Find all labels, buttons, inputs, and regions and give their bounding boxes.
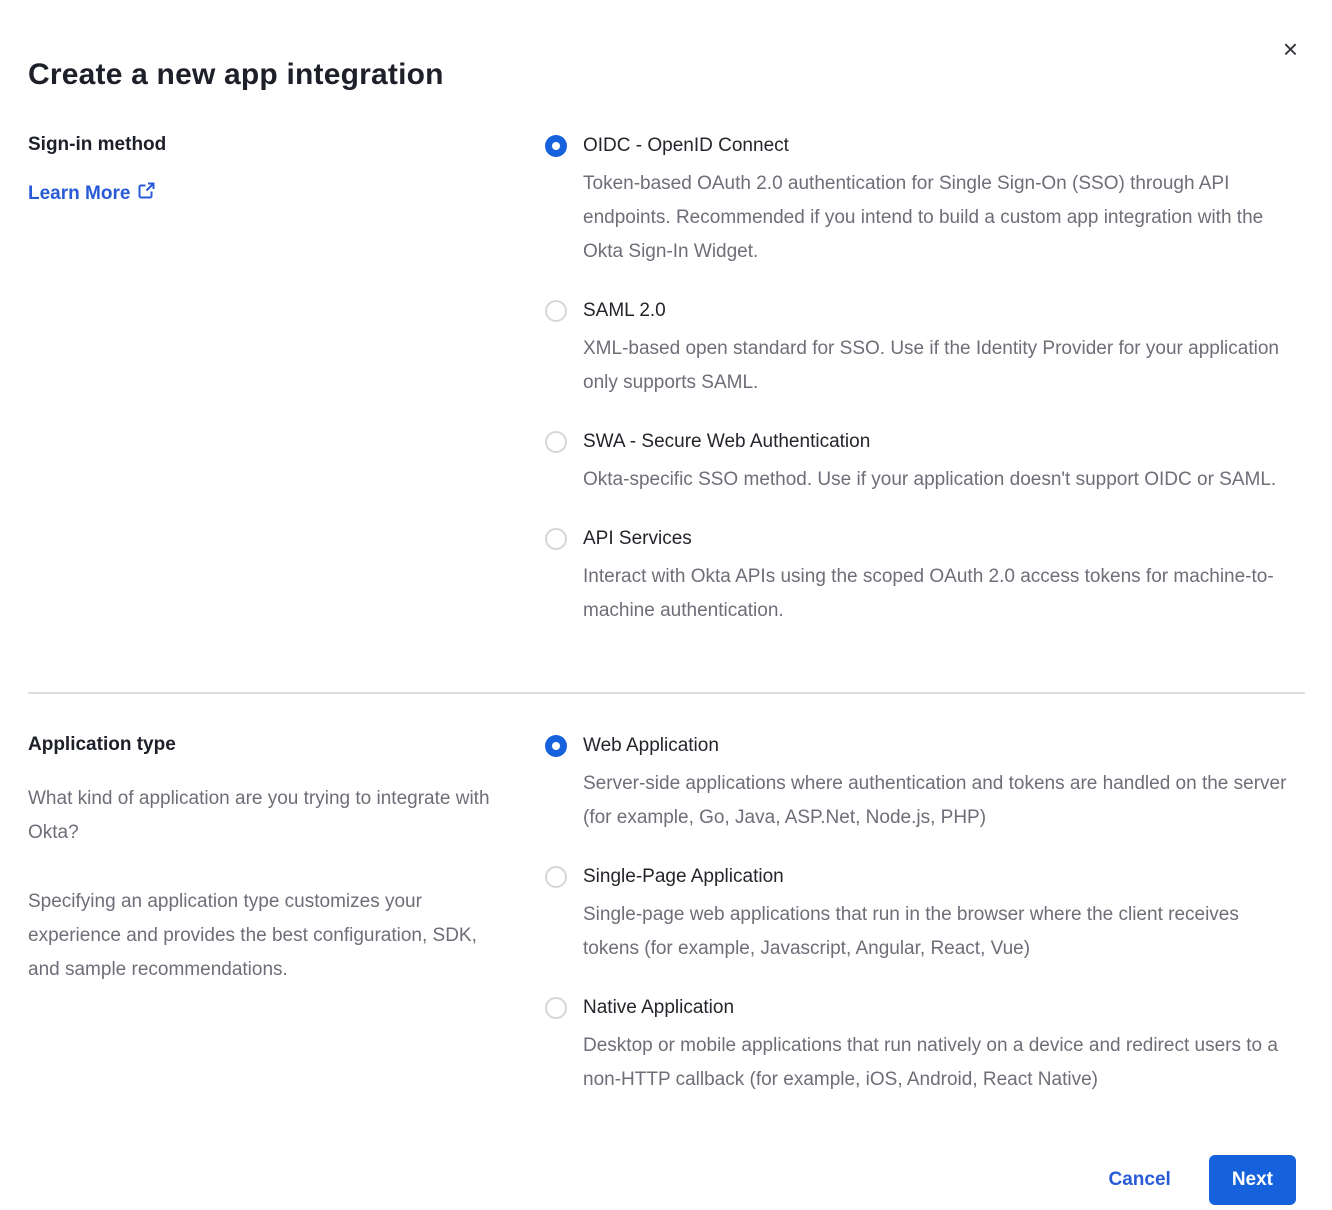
close-icon[interactable]: × [1283,36,1298,62]
signin-method-left: Sign-in method Learn More [28,134,545,628]
page-title: Create a new app integration [28,58,1296,92]
signin-option-swa[interactable]: SWA - Secure Web Authentication Okta-spe… [545,430,1296,497]
application-type-note: Specifying an application type customize… [28,885,506,987]
apptype-option-spa-label[interactable]: Single-Page Application [583,865,1295,889]
signin-option-oidc-label[interactable]: OIDC - OpenID Connect [583,134,1295,158]
external-link-icon [138,182,155,205]
signin-option-saml-label[interactable]: SAML 2.0 [583,299,1295,323]
signin-method-heading: Sign-in method [28,134,545,156]
apptype-option-web-description: Server-side applications where authentic… [583,767,1295,835]
apptype-option-web[interactable]: Web Application Server-side applications… [545,734,1296,835]
modal-footer: Cancel Next [28,1155,1296,1205]
apptype-option-spa-description: Single-page web applications that run in… [583,898,1295,966]
apptype-option-native[interactable]: Native Application Desktop or mobile app… [545,996,1296,1097]
section-divider [28,692,1305,694]
signin-option-api-services-description: Interact with Okta APIs using the scoped… [583,560,1295,628]
signin-option-saml[interactable]: SAML 2.0 XML-based open standard for SSO… [545,299,1296,400]
signin-option-oidc-description: Token-based OAuth 2.0 authentication for… [583,167,1295,269]
radio-single-page-application[interactable] [545,866,567,888]
signin-method-section: Sign-in method Learn More OIDC - OpenID … [28,134,1296,628]
application-type-heading: Application type [28,734,545,756]
radio-swa[interactable] [545,431,567,453]
learn-more-label: Learn More [28,183,130,205]
next-button[interactable]: Next [1209,1155,1296,1205]
apptype-option-native-label[interactable]: Native Application [583,996,1295,1020]
apptype-option-native-description: Desktop or mobile applications that run … [583,1029,1295,1097]
create-app-integration-modal: × Create a new app integration Sign-in m… [0,0,1332,1210]
radio-native-application[interactable] [545,997,567,1019]
application-type-section: Application type What kind of applicatio… [28,734,1296,1097]
radio-saml[interactable] [545,300,567,322]
signin-option-swa-label[interactable]: SWA - Secure Web Authentication [583,430,1276,454]
apptype-option-web-label[interactable]: Web Application [583,734,1295,758]
learn-more-link[interactable]: Learn More [28,182,155,205]
signin-method-options: OIDC - OpenID Connect Token-based OAuth … [545,134,1296,628]
application-type-question: What kind of application are you trying … [28,782,506,850]
signin-option-swa-description: Okta-specific SSO method. Use if your ap… [583,463,1276,497]
radio-web-application[interactable] [545,735,567,757]
application-type-left: Application type What kind of applicatio… [28,734,545,1097]
signin-option-oidc[interactable]: OIDC - OpenID Connect Token-based OAuth … [545,134,1296,269]
signin-option-api-services-label[interactable]: API Services [583,527,1295,551]
radio-api-services[interactable] [545,528,567,550]
application-type-options: Web Application Server-side applications… [545,734,1296,1097]
apptype-option-spa[interactable]: Single-Page Application Single-page web … [545,865,1296,966]
radio-oidc[interactable] [545,135,567,157]
cancel-button[interactable]: Cancel [1109,1169,1171,1191]
signin-option-api-services[interactable]: API Services Interact with Okta APIs usi… [545,527,1296,628]
signin-option-saml-description: XML-based open standard for SSO. Use if … [583,332,1295,400]
